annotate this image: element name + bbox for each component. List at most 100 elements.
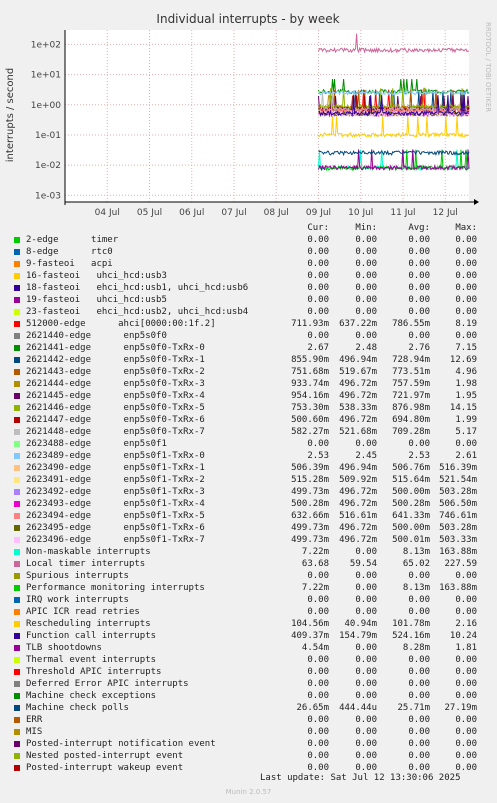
legend-label: 2621445-edge enp5s0f0-TxRx-4: [26, 391, 205, 401]
legend-swatch: [14, 741, 20, 747]
legend-label: TLB shootdowns: [26, 643, 102, 653]
legend-label: 2621440-edge enp5s0f0: [26, 331, 167, 341]
legend-swatch: [14, 417, 20, 423]
legend-label: 2623491-edge enp5s0f1-TxRx-2: [26, 475, 205, 485]
legend-swatch: [14, 477, 20, 483]
legend-max-value: 503.28m: [439, 487, 477, 497]
legend-max-value: 0.00: [455, 307, 477, 317]
legend-max-value: 14.15: [449, 403, 477, 413]
legend-row: 18-fasteoi ehci_hcd:usb1, uhci_hcd:usb6 0…: [14, 283, 494, 295]
legend-swatch: [14, 681, 20, 687]
legend-label: Nested posted-interrupt event: [26, 751, 184, 761]
legend-swatch: [14, 609, 20, 615]
legend-min-value: 0.00: [355, 295, 377, 305]
legend-swatch: [14, 621, 20, 627]
legend-swatch: [14, 585, 20, 591]
legend-row: APIC ICR read retries 0.00 0.00 0.00 0.00: [14, 607, 494, 619]
legend-label: 2621444-edge enp5s0f0-TxRx-3: [26, 379, 205, 389]
legend-min-value: 538.33m: [339, 403, 377, 413]
legend-max-value: 0.00: [455, 655, 477, 665]
legend-row: 2-edge timer 0.00 0.00 0.00 0.00: [14, 235, 494, 247]
legend-max-value: 0.00: [455, 247, 477, 257]
legend-max-value: 0.00: [455, 283, 477, 293]
legend-label: 2621441-edge enp5s0f0-TxRx-0: [26, 343, 205, 353]
legend-swatch: [14, 285, 20, 291]
legend-row: 2621447-edge enp5s0f0-TxRx-6 500.60m 496.7…: [14, 415, 494, 427]
legend-max-value: 0.00: [455, 751, 477, 761]
legend-label: 2623494-edge enp5s0f1-TxRx-5: [26, 511, 205, 521]
legend-min-value: 2.45: [355, 451, 377, 461]
legend-max-value: 163.88m: [439, 547, 477, 557]
legend-row: 2623491-edge enp5s0f1-TxRx-2 515.28m 509.9…: [14, 475, 494, 487]
legend-min-value: 0.00: [355, 739, 377, 749]
legend-max-value: 503.33m: [439, 535, 477, 545]
legend-row: Machine check polls 26.65m 444.44u 25.71m 27…: [14, 703, 494, 715]
legend-label: 18-fasteoi ehci_hcd:usb1, uhci_hcd:usb6: [26, 283, 249, 293]
x-tick-label: 06 Jul: [179, 208, 204, 218]
legend-max-value: 503.28m: [439, 523, 477, 533]
x-tick-label: 05 Jul: [137, 208, 162, 218]
legend-min-value: 0.00: [355, 571, 377, 581]
legend-min-value: 0.00: [355, 547, 377, 557]
legend-row: IRQ work interrupts 0.00 0.00 0.00 0.00: [14, 595, 494, 607]
legend-min-value: 0.00: [355, 643, 377, 653]
legend-max-value: 0.00: [455, 439, 477, 449]
legend-row: Non-maskable interrupts 7.22m 0.00 8.13m 163…: [14, 547, 494, 559]
legend-min-value: 0.00: [355, 679, 377, 689]
legend-label: 2623490-edge enp5s0f1-TxRx-1: [26, 463, 205, 473]
legend-max-value: 516.39m: [439, 463, 477, 473]
x-tick-label: 11 Jul: [390, 208, 415, 218]
legend-swatch: [14, 465, 20, 471]
legend-max-value: 0.00: [455, 715, 477, 725]
legend-swatch: [14, 525, 20, 531]
legend-row: 8-edge rtc0 0.00 0.00 0.00 0.00: [14, 247, 494, 259]
legend-label: 2621442-edge enp5s0f0-TxRx-1: [26, 355, 205, 365]
x-tick-label: 08 Jul: [264, 208, 289, 218]
legend-swatch: [14, 573, 20, 579]
legend-label: 2623495-edge enp5s0f1-TxRx-6: [26, 523, 205, 533]
legend-swatch: [14, 237, 20, 243]
legend-max-value: 0.00: [455, 727, 477, 737]
legend-label: Performance monitoring interrupts: [26, 583, 205, 593]
legend-min-value: 516.61m: [339, 511, 377, 521]
legend-row: TLB shootdowns 4.54m 0.00 8.28m 1.81: [14, 643, 494, 655]
legend-max-value: 506.50m: [439, 499, 477, 509]
chart-title: Individual interrupts - by week: [156, 12, 339, 26]
legend-swatch: [14, 297, 20, 303]
legend-swatch: [14, 405, 20, 411]
x-tick-label: 10 Jul: [348, 208, 373, 218]
legend-label: 2621448-edge enp5s0f0-TxRx-7: [26, 427, 205, 437]
legend-row: 9-fasteoi acpi 0.00 0.00 0.00 0.00: [14, 259, 494, 271]
legend-max-value: 8.19: [455, 319, 477, 329]
legend-min-value: 637.22m: [339, 319, 377, 329]
legend-min-value: 496.72m: [339, 523, 377, 533]
legend-min-value: 0.00: [355, 751, 377, 761]
y-tick-label: 1e-02: [35, 161, 61, 171]
legend-min-value: 154.79m: [339, 631, 377, 641]
legend-swatch: [14, 249, 20, 255]
legend-label: 2621447-edge enp5s0f0-TxRx-6: [26, 415, 205, 425]
legend-row: 2623496-edge enp5s0f1-TxRx-7 499.73m 496.7…: [14, 535, 494, 547]
legend-min-value: 59.54: [349, 559, 377, 569]
legend-row: 2621442-edge enp5s0f0-TxRx-1 855.90m 496.9…: [14, 355, 494, 367]
legend-row: 2623495-edge enp5s0f1-TxRx-6 499.73m 496.7…: [14, 523, 494, 535]
legend-swatch: [14, 441, 20, 447]
legend-row: 2621448-edge enp5s0f0-TxRx-7 582.27m 521.6…: [14, 427, 494, 439]
x-tick-label: 09 Jul: [306, 208, 331, 218]
legend-max-value: 0.00: [455, 739, 477, 749]
legend-max-value: 4.96: [455, 367, 477, 377]
legend-header: Cur: Min: Avg: Max:: [14, 222, 494, 235]
legend-swatch: [14, 729, 20, 735]
legend-swatch: [14, 549, 20, 555]
legend-swatch: [14, 333, 20, 339]
legend-min-value: 496.94m: [339, 463, 377, 473]
legend-max-value: 2.16: [455, 619, 477, 629]
last-update: Last update: Sat Jul 12 13:30:06 2025: [260, 773, 461, 783]
y-tick-label: 1e+01: [31, 71, 61, 81]
legend-row: 2623493-edge enp5s0f1-TxRx-4 500.28m 496.7…: [14, 499, 494, 511]
legend-label: 2621446-edge enp5s0f0-TxRx-5: [26, 403, 205, 413]
legend-swatch: [14, 357, 20, 363]
legend-swatch: [14, 693, 20, 699]
legend-row: 2621446-edge enp5s0f0-TxRx-5 753.30m 538.3…: [14, 403, 494, 415]
legend-swatch: [14, 645, 20, 651]
